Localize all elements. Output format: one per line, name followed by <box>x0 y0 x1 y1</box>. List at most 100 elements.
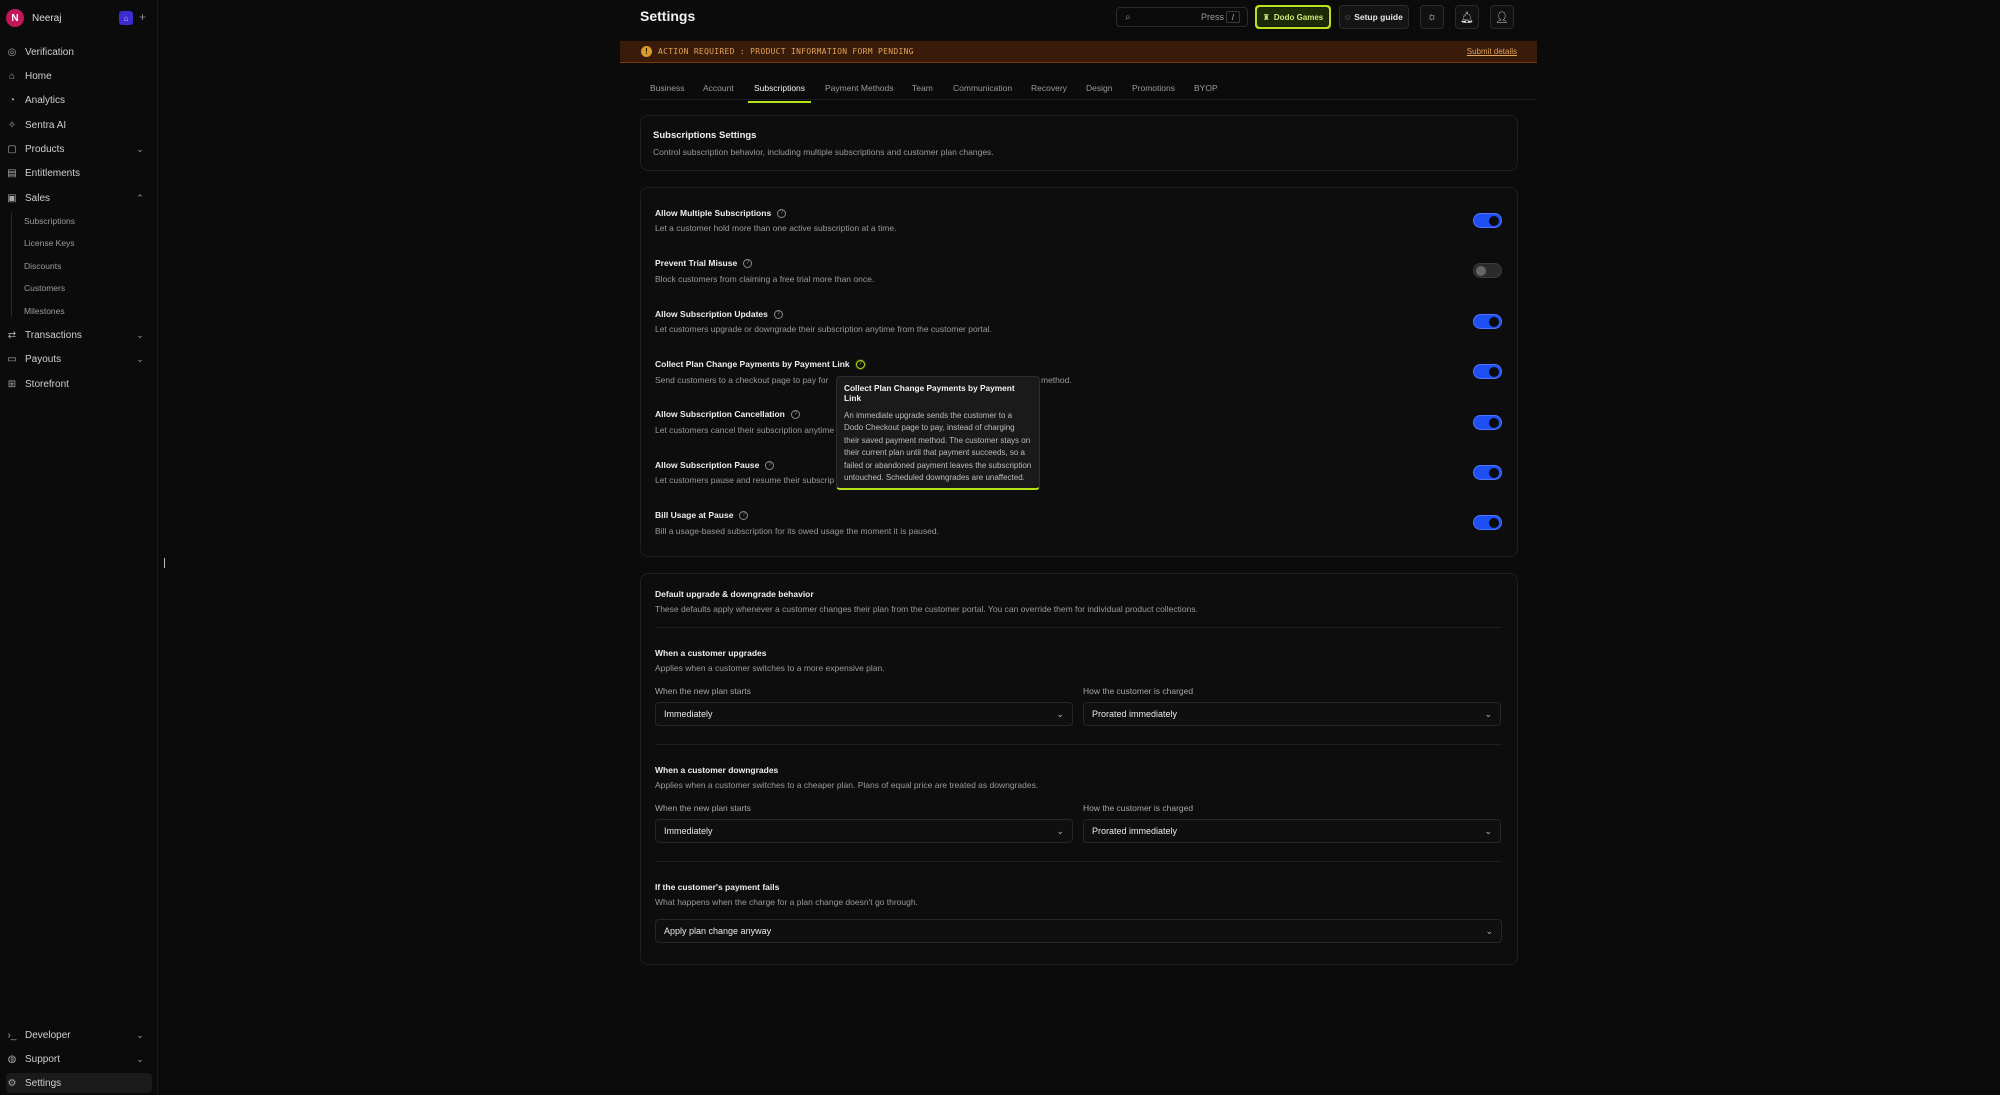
chevron-up-icon[interactable]: ⌃ <box>134 192 146 204</box>
sidebar-subitem-discounts[interactable]: Discounts <box>24 258 61 274</box>
tab-subscriptions[interactable]: Subscriptions <box>747 83 812 103</box>
setup-guide-label: Setup guide <box>1354 12 1403 22</box>
toggle-allow-subscription-cancellation[interactable] <box>1473 415 1502 430</box>
toggle-allow-subscription-pause[interactable] <box>1473 465 1502 480</box>
tab-team[interactable]: Team <box>912 83 933 99</box>
help-icon[interactable]: ? <box>855 359 865 369</box>
help-icon[interactable]: ? <box>739 510 749 520</box>
sidebar-item-settings[interactable]: ⚙ Settings <box>6 1073 152 1093</box>
sidebar-item-transactions[interactable]: ⇄ Transactions ⌄ <box>6 325 152 345</box>
downgrade-charge-select[interactable]: Prorated immediately ⌄ <box>1083 819 1501 843</box>
upgrades-title: When a customer upgrades <box>655 648 767 658</box>
chevron-down-icon[interactable]: ⌄ <box>134 1029 146 1041</box>
chevron-down-icon[interactable]: ⌄ <box>134 1053 146 1065</box>
downgrade-start-label: When the new plan starts <box>655 803 751 813</box>
sidebar-item-payouts[interactable]: ▭ Payouts ⌄ <box>6 349 152 369</box>
upgrade-start-label: When the new plan starts <box>655 686 751 696</box>
warning-icon: ! <box>641 46 652 57</box>
sidebar-item-verification[interactable]: ◎ Verification <box>6 42 152 62</box>
verification-icon: ◎ <box>7 46 17 58</box>
chevron-down-icon[interactable]: ⌄ <box>134 143 146 155</box>
sidebar-item-home[interactable]: ⌂ Home <box>6 66 152 86</box>
sidebar-item-support[interactable]: ◍ Support ⌄ <box>6 1049 152 1069</box>
profile-button[interactable]: 👤︎ <box>1490 5 1514 29</box>
chevron-down-icon: ⌄ <box>1056 709 1064 719</box>
setting-description-tail: method. <box>1041 375 1072 385</box>
payment-fails-title: If the customer's payment fails <box>655 882 780 892</box>
notifications-button[interactable]: 🔔︎ <box>1455 5 1479 29</box>
sidebar-item-sentra-ai[interactable]: ✧ Sentra AI <box>6 115 152 135</box>
tab-business[interactable]: Business <box>650 83 685 99</box>
chevron-down-icon[interactable]: ⌄ <box>134 329 146 341</box>
avatar[interactable]: N <box>6 9 24 27</box>
user-icon: 👤︎ <box>1495 11 1509 24</box>
dodo-games-button[interactable]: ♜ Dodo Games <box>1255 5 1331 29</box>
analytics-icon: ◔ <box>8 94 16 106</box>
search-input[interactable]: ⌕ Press / <box>1116 7 1248 27</box>
select-value: Immediately <box>664 709 713 719</box>
help-icon[interactable]: ? <box>765 460 775 470</box>
tab-design[interactable]: Design <box>1086 83 1112 99</box>
toggle-knob <box>1489 367 1499 377</box>
org-name[interactable]: Neeraj <box>32 13 61 24</box>
payment-fails-select[interactable]: Apply plan change anyway ⌄ <box>655 919 1502 943</box>
setting-description: Let customers pause and resume their sub… <box>655 475 835 485</box>
setup-guide-button[interactable]: ◌ Setup guide <box>1339 5 1409 29</box>
sidebar-subitem-milestones[interactable]: Milestones <box>24 303 65 319</box>
submit-details-link[interactable]: Submit details <box>1467 47 1517 56</box>
chevron-down-icon: ⌄ <box>1056 826 1064 836</box>
search-hint: Press <box>1201 12 1225 22</box>
tab-payment-methods[interactable]: Payment Methods <box>825 83 894 99</box>
page-title: Settings <box>640 8 696 24</box>
add-icon[interactable]: + <box>139 10 146 24</box>
sidebar-item-label: Sales <box>25 192 51 204</box>
sidebar-item-label: Storefront <box>25 378 69 390</box>
sidebar-subitem-subscriptions[interactable]: Subscriptions <box>24 213 75 229</box>
sidebar-item-label: Home <box>25 70 52 82</box>
sidebar-item-storefront[interactable]: ⊞ Storefront <box>6 374 152 394</box>
help-icon[interactable]: ? <box>790 409 800 419</box>
chevron-down-icon[interactable]: ⌄ <box>134 353 146 365</box>
transactions-icon: ⇄ <box>7 329 17 341</box>
setting-description: Send customers to a checkout page to pay… <box>655 375 829 385</box>
toggle-allow-multiple-subscriptions[interactable] <box>1473 213 1502 228</box>
toggle-collect-plan-change-payments[interactable] <box>1473 364 1502 379</box>
help-icon[interactable]: ? <box>777 208 787 218</box>
toggle-allow-subscription-updates[interactable] <box>1473 314 1502 329</box>
store-icon[interactable]: ⌂ <box>119 11 133 25</box>
sparkle-icon: ✧ <box>7 119 17 131</box>
downgrade-start-select[interactable]: Immediately ⌄ <box>655 819 1073 843</box>
sidebar-item-developer[interactable]: ›_ Developer ⌄ <box>6 1025 152 1045</box>
sidebar-subitem-license-keys[interactable]: License Keys <box>24 235 75 251</box>
divider <box>655 861 1502 862</box>
tab-account[interactable]: Account <box>703 83 734 99</box>
sidebar-item-analytics[interactable]: ◔ Analytics <box>6 90 152 110</box>
theme-toggle-button[interactable]: ☼ <box>1420 5 1444 29</box>
tab-recovery[interactable]: Recovery <box>1031 83 1067 99</box>
upgrade-start-select[interactable]: Immediately ⌄ <box>655 702 1073 726</box>
tab-communication[interactable]: Communication <box>953 83 1012 99</box>
help-icon[interactable]: ? <box>773 309 783 319</box>
subscription-toggles-card <box>640 187 1518 557</box>
sidebar-item-products[interactable]: ▢ Products ⌄ <box>6 139 152 159</box>
help-icon[interactable]: ? <box>743 258 753 268</box>
tab-byop[interactable]: BYOP <box>1194 83 1218 99</box>
payment-fails-desc: What happens when the charge for a plan … <box>655 897 918 907</box>
toggle-prevent-trial-misuse[interactable] <box>1473 263 1502 278</box>
toggle-bill-usage-at-pause[interactable] <box>1473 515 1502 530</box>
setting-title: Allow Subscription Cancellation ? <box>655 409 800 419</box>
sidebar-subitem-customers[interactable]: Customers <box>24 280 65 296</box>
upgrade-charge-select[interactable]: Prorated immediately ⌄ <box>1083 702 1501 726</box>
org-switcher[interactable]: N Neeraj ⌂ + <box>6 8 152 28</box>
sidebar-item-label: Products <box>25 143 65 155</box>
downgrade-charge-label: How the customer is charged <box>1083 803 1194 813</box>
tab-promotions[interactable]: Promotions <box>1132 83 1175 99</box>
search-icon: ⌕ <box>1125 11 1131 23</box>
sidebar-item-entitlements[interactable]: ▤ Entitlements <box>6 163 152 183</box>
toggle-knob <box>1489 317 1499 327</box>
settings-tabs: Business Account Subscriptions Payment M… <box>640 80 1537 103</box>
downgrades-title: When a customer downgrades <box>655 765 779 775</box>
setting-title: Allow Multiple Subscriptions ? <box>655 208 787 218</box>
setting-title-text: Collect Plan Change Payments by Payment … <box>655 359 850 369</box>
sidebar-item-sales[interactable]: ▣ Sales ⌃ <box>6 188 152 208</box>
